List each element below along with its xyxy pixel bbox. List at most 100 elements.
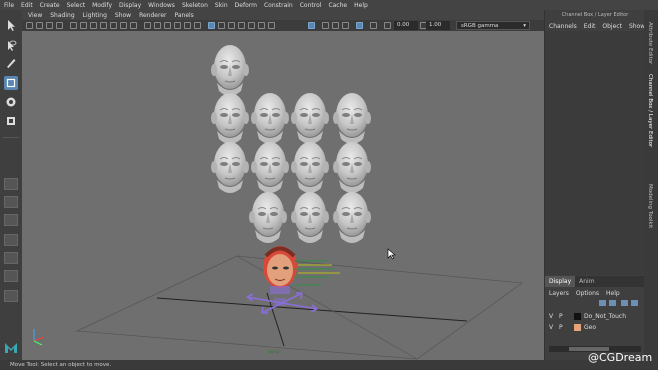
channel-box-menu-edit[interactable]: Edit bbox=[584, 23, 596, 30]
wireframe-on-shaded-icon[interactable] bbox=[164, 22, 171, 29]
toolbox bbox=[0, 10, 22, 360]
menu-control[interactable]: Control bbox=[300, 2, 322, 9]
menu-cache[interactable]: Cache bbox=[328, 2, 347, 9]
camera-attributes-icon[interactable] bbox=[36, 22, 43, 29]
field-chart-icon[interactable] bbox=[110, 22, 117, 29]
move-tool-icon[interactable] bbox=[4, 76, 18, 90]
menu-skin[interactable]: Skin bbox=[215, 2, 228, 9]
persp-graph-layout-button[interactable] bbox=[4, 234, 18, 246]
image-plane-icon[interactable] bbox=[56, 22, 63, 29]
exposure-field[interactable]: 0.00 bbox=[394, 21, 418, 30]
motion-blur-icon[interactable] bbox=[248, 22, 255, 29]
single-pane-layout-button[interactable] bbox=[4, 178, 18, 190]
layer-editor-tabs: Display Anim bbox=[545, 276, 645, 287]
exposure-icon[interactable] bbox=[384, 22, 391, 29]
visibility-toggle[interactable]: V bbox=[549, 324, 559, 331]
menu-layers[interactable]: Layers bbox=[549, 290, 569, 297]
tab-anim[interactable]: Anim bbox=[575, 276, 598, 287]
playback-toggle[interactable]: P bbox=[559, 324, 569, 331]
channel-box-body[interactable] bbox=[545, 31, 645, 275]
layer-row[interactable]: V P Do_Not_Touch bbox=[549, 311, 641, 321]
persp-outliner-layout-button[interactable] bbox=[4, 252, 18, 264]
smooth-shade-icon[interactable] bbox=[154, 22, 161, 29]
select-tool-icon[interactable] bbox=[4, 18, 18, 32]
textured-icon[interactable] bbox=[174, 22, 181, 29]
wireframe-icon[interactable] bbox=[144, 22, 151, 29]
gamma-field[interactable]: 1.00 bbox=[426, 21, 450, 30]
tab-modeling-toolkit[interactable]: Modeling Toolkit bbox=[647, 184, 653, 228]
viewport-toolbar: 0.00 1.00 sRGB gamma ▾ bbox=[22, 20, 544, 31]
select-highlight-icon[interactable] bbox=[356, 22, 363, 29]
layer-color-swatch[interactable] bbox=[574, 312, 581, 320]
safe-action-icon[interactable] bbox=[120, 22, 127, 29]
move-layer-up-icon[interactable] bbox=[599, 300, 606, 306]
tab-attribute-editor[interactable]: Attribute Editor bbox=[647, 22, 653, 64]
paint-select-tool-icon[interactable] bbox=[4, 56, 18, 70]
panel-menu-view[interactable]: View bbox=[28, 12, 42, 19]
menu-deform[interactable]: Deform bbox=[235, 2, 257, 9]
channel-box-menu-show[interactable]: Show bbox=[629, 23, 645, 30]
gate-mask-icon[interactable] bbox=[100, 22, 107, 29]
safe-title-icon[interactable] bbox=[130, 22, 137, 29]
panel-menu-renderer[interactable]: Renderer bbox=[139, 12, 166, 19]
shadows-icon[interactable] bbox=[194, 22, 201, 29]
panel-menu-show[interactable]: Show bbox=[115, 12, 131, 19]
select-camera-icon[interactable] bbox=[26, 22, 33, 29]
perspective-viewport[interactable]: persp bbox=[22, 31, 544, 360]
menu-help[interactable]: Help bbox=[354, 2, 368, 9]
scale-tool-icon[interactable] bbox=[4, 114, 18, 128]
grid-icon[interactable] bbox=[70, 22, 77, 29]
channel-box-menu-channels[interactable]: Channels bbox=[549, 23, 577, 30]
playback-toggle[interactable]: P bbox=[559, 313, 569, 320]
custom-layout-button[interactable] bbox=[4, 290, 18, 302]
menu-skeleton[interactable]: Skeleton bbox=[182, 2, 208, 9]
viewport-2-icon[interactable] bbox=[332, 22, 339, 29]
resolution-gate-icon[interactable] bbox=[90, 22, 97, 29]
menu-display[interactable]: Display bbox=[119, 2, 141, 9]
menu-select[interactable]: Select bbox=[67, 2, 86, 9]
layer-row[interactable]: V P Geo bbox=[549, 322, 641, 332]
menu-edit[interactable]: Edit bbox=[21, 2, 33, 9]
tab-display[interactable]: Display bbox=[545, 276, 576, 287]
tab-channel-box[interactable]: Channel Box / Layer Editor bbox=[647, 74, 653, 147]
menu-help[interactable]: Help bbox=[606, 290, 620, 297]
visibility-toggle[interactable]: V bbox=[549, 313, 559, 320]
xray-icon[interactable] bbox=[208, 22, 215, 29]
layer-editor-menu: Layers Options Help bbox=[545, 288, 645, 298]
isolate-select-icon[interactable] bbox=[308, 22, 315, 29]
menu-modify[interactable]: Modify bbox=[92, 2, 112, 9]
lights-icon[interactable] bbox=[184, 22, 191, 29]
lasso-tool-icon[interactable] bbox=[4, 38, 18, 52]
new-layer-icon[interactable] bbox=[621, 300, 628, 306]
side-by-side-layout-button[interactable] bbox=[4, 214, 18, 226]
view-axis-indicator bbox=[33, 329, 45, 346]
rotate-tool-icon[interactable] bbox=[4, 95, 18, 109]
channel-box-title: Channel Box / Layer Editor bbox=[561, 12, 629, 18]
color-space-dropdown[interactable]: sRGB gamma ▾ bbox=[456, 21, 530, 30]
camera-gate-icon[interactable] bbox=[370, 22, 377, 29]
menu-file[interactable]: File bbox=[4, 2, 14, 9]
panel-menu-shading[interactable]: Shading bbox=[50, 12, 74, 19]
panel-menu-lighting[interactable]: Lighting bbox=[83, 12, 107, 19]
channel-box-menu-object[interactable]: Object bbox=[602, 23, 622, 30]
xray-joints-icon[interactable] bbox=[218, 22, 225, 29]
bookmarks-icon[interactable] bbox=[46, 22, 53, 29]
move-layer-down-icon[interactable] bbox=[609, 300, 616, 306]
layer-color-swatch[interactable] bbox=[574, 323, 581, 331]
depth-of-field-icon[interactable] bbox=[268, 22, 275, 29]
menu-create[interactable]: Create bbox=[40, 2, 60, 9]
new-layer-selected-icon[interactable] bbox=[631, 300, 638, 306]
film-gate-icon[interactable] bbox=[80, 22, 87, 29]
ambient-occlusion-icon[interactable] bbox=[238, 22, 245, 29]
menu-options[interactable]: Options bbox=[576, 290, 599, 297]
four-pane-layout-button[interactable] bbox=[4, 196, 18, 208]
hud-icon[interactable] bbox=[322, 22, 329, 29]
display-settings-icon[interactable] bbox=[342, 22, 349, 29]
anti-aliasing-icon[interactable] bbox=[258, 22, 265, 29]
xray-active-icon[interactable] bbox=[228, 22, 235, 29]
menu-constrain[interactable]: Constrain bbox=[264, 2, 293, 9]
panel-menu-panels[interactable]: Panels bbox=[174, 12, 193, 19]
outliner-layout-button[interactable] bbox=[4, 270, 18, 282]
menu-windows[interactable]: Windows bbox=[148, 2, 175, 9]
blendshape-heads bbox=[210, 44, 372, 244]
